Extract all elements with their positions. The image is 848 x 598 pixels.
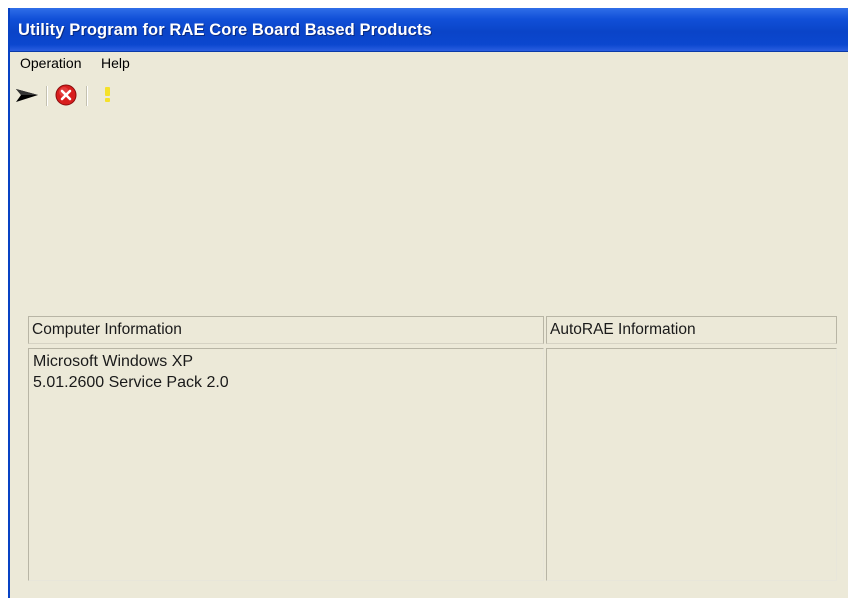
- app-window: Utility Program for RAE Core Board Based…: [8, 8, 848, 598]
- computer-info-box: Microsoft Windows XP 5.01.2600 Service P…: [28, 348, 544, 581]
- toolbar: [10, 76, 848, 110]
- window-title: Utility Program for RAE Core Board Based…: [18, 21, 432, 39]
- info-icon[interactable]: [96, 83, 120, 107]
- stop-icon[interactable]: [54, 83, 78, 107]
- play-arrow-icon[interactable]: [14, 83, 38, 107]
- autorae-info-box: [546, 348, 837, 581]
- computer-info-os: Microsoft Windows XP: [33, 353, 194, 370]
- menu-operation[interactable]: Operation: [20, 55, 81, 71]
- menu-help[interactable]: Help: [101, 55, 130, 71]
- computer-info-header: Computer Information: [28, 316, 544, 344]
- toolbar-separator: [86, 86, 88, 106]
- computer-info-version: 5.01.2600 Service Pack 2.0: [33, 374, 229, 391]
- menu-bar: Operation Help: [10, 52, 848, 74]
- toolbar-separator: [46, 86, 48, 106]
- autorae-info-header: AutoRAE Information: [546, 316, 837, 344]
- title-bar[interactable]: Utility Program for RAE Core Board Based…: [10, 8, 848, 52]
